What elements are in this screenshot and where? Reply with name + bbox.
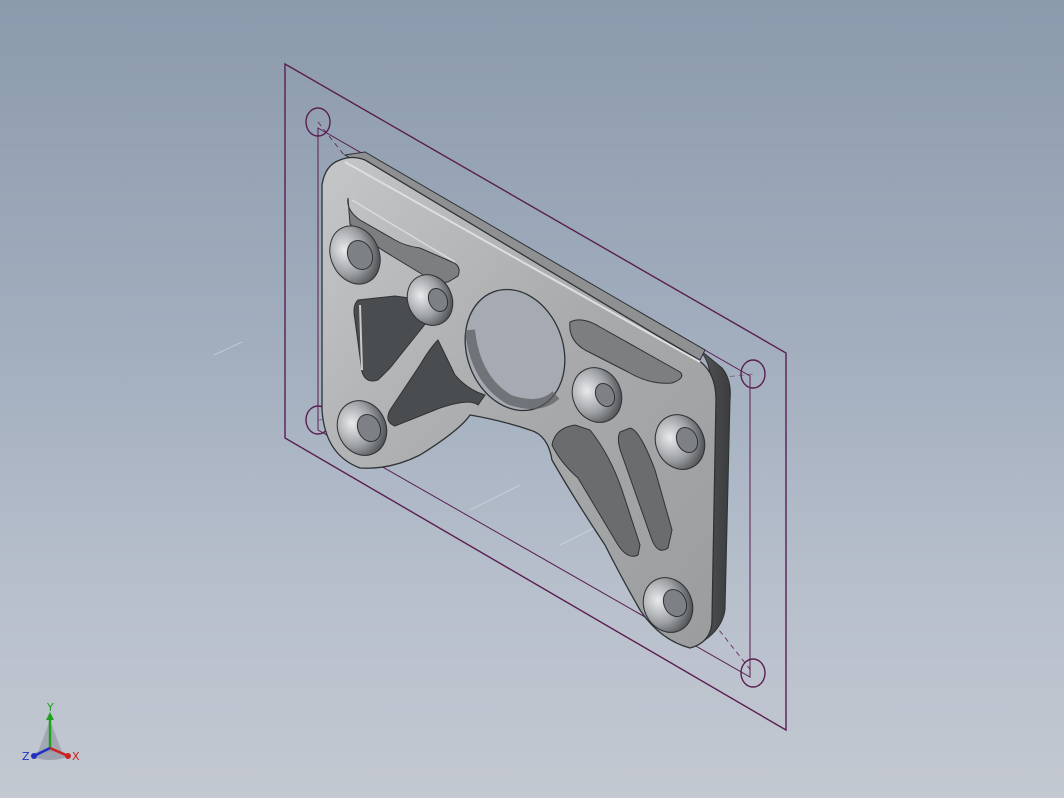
bracket-part[interactable] [321,151,731,649]
y-axis-label: Y [46,701,54,714]
reference-triad: Y X Z [22,701,80,763]
x-axis-label: X [72,750,80,763]
model-scene[interactable] [0,0,1064,798]
z-axis-label: Z [22,750,30,763]
graphics-viewport[interactable]: Y X Z [0,0,1064,798]
